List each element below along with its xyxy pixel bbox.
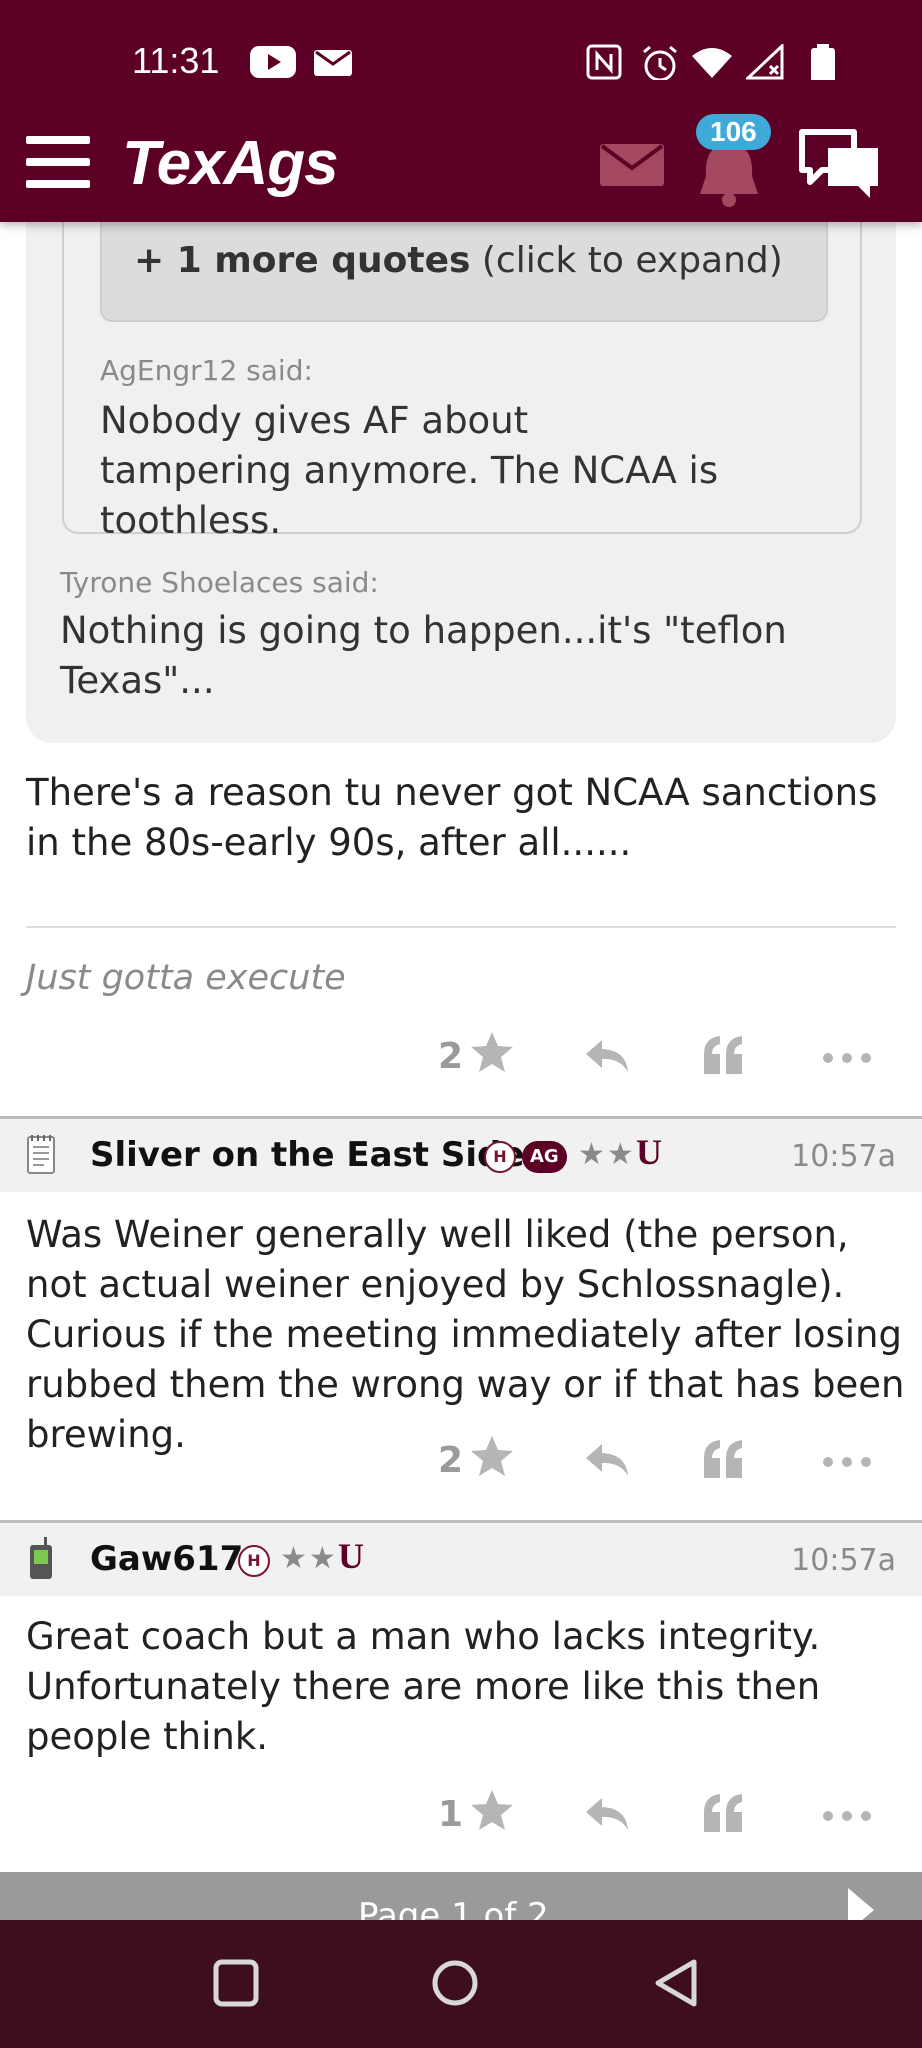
user-stars: ★★: [280, 1541, 338, 1576]
quote-icon[interactable]: [702, 1438, 746, 1480]
university-logo: U: [338, 1536, 364, 1576]
post-body: Great coach but a man who lacks integrit…: [26, 1615, 821, 1758]
messages-icon[interactable]: [600, 142, 664, 188]
post-signature: Just gotta execute: [26, 958, 346, 998]
post-header: Gaw617 H ★★ U 10:57a: [0, 1520, 922, 1596]
ag-badge: AG: [522, 1141, 567, 1173]
quote-icon[interactable]: [702, 1034, 746, 1076]
quote-text: Nothing is going to happen...it's "teflo…: [60, 609, 787, 702]
recents-icon[interactable]: [212, 1958, 260, 2008]
quote-icon[interactable]: [702, 1792, 746, 1834]
post-actions: 1: [0, 1788, 922, 1848]
post-body: Was Weiner generally well liked (the per…: [26, 1213, 905, 1456]
pagination-bar[interactable]: Page 1 of 2: [0, 1872, 922, 1920]
signature-divider: [26, 926, 896, 928]
university-logo: U: [636, 1132, 662, 1172]
alarm-icon: [643, 45, 677, 80]
star-count: 2: [438, 1036, 464, 1077]
system-nav-bar: [0, 1920, 922, 2048]
post-time: 10:57a: [791, 1543, 896, 1578]
star-count: 1: [438, 1794, 464, 1835]
notification-count-badge[interactable]: 106: [696, 114, 771, 150]
star-icon[interactable]: [470, 1030, 514, 1074]
quote-author: Tyrone Shoelaces said:: [60, 566, 379, 599]
notepad-avatar-icon[interactable]: [26, 1133, 56, 1175]
texags-logo[interactable]: TexAgs: [122, 128, 339, 199]
more-quotes-hint: (click to expand): [481, 240, 783, 281]
email-status-icon: [314, 50, 352, 76]
reply-icon[interactable]: [584, 1440, 630, 1480]
status-bar: 11:31: [0, 0, 922, 120]
more-options-icon[interactable]: [822, 1456, 872, 1468]
nested-quote: + 1 more quotes (click to expand) AgEngr…: [62, 200, 862, 542]
back-icon[interactable]: [652, 1958, 700, 2008]
post-actions: 2: [0, 1030, 922, 1090]
status-time: 11:31: [132, 40, 220, 81]
star-icon[interactable]: [470, 1788, 514, 1832]
quote-author: AgEngr12 said:: [100, 354, 313, 387]
signal-icon: [746, 44, 784, 80]
chat-icon[interactable]: [798, 128, 882, 204]
star-icon[interactable]: [470, 1434, 514, 1478]
reply-icon[interactable]: [584, 1794, 630, 1834]
username[interactable]: Gaw617: [90, 1539, 243, 1579]
phone-avatar-icon[interactable]: [26, 1537, 56, 1581]
app-bar: TexAgs 106: [0, 114, 922, 222]
post-body: There's a reason tu never got NCAA sanct…: [26, 771, 878, 864]
h-badge: H: [484, 1141, 516, 1173]
youtube-icon: [250, 46, 296, 78]
next-page-icon[interactable]: [846, 1886, 876, 1920]
username[interactable]: Sliver on the East Side: [90, 1135, 524, 1175]
menu-icon[interactable]: [26, 136, 90, 188]
reply-icon[interactable]: [584, 1036, 630, 1076]
wifi-icon: [692, 48, 732, 78]
page-indicator: Page 1 of 2: [358, 1896, 549, 1920]
h-badge: H: [238, 1545, 270, 1577]
quote-text: Nobody gives AF about tampering anymore.…: [100, 399, 719, 542]
nfc-icon: [586, 44, 622, 80]
quote-block: + 1 more quotes (click to expand) AgEngr…: [26, 200, 896, 743]
battery-icon: [811, 44, 835, 80]
post-time: 10:57a: [791, 1139, 896, 1174]
home-icon[interactable]: [430, 1958, 480, 2008]
more-options-icon[interactable]: [822, 1810, 872, 1822]
user-stars: ★★: [578, 1137, 636, 1172]
post-header: Sliver on the East Side H AG ★★ U 10:57a: [0, 1116, 922, 1192]
star-count: 2: [438, 1440, 464, 1481]
more-quotes-count: + 1 more quotes: [134, 240, 471, 281]
top-bar: 11:31 TexAgs 106: [0, 0, 922, 222]
post-actions: 2: [0, 1434, 922, 1494]
more-options-icon[interactable]: [822, 1052, 872, 1064]
